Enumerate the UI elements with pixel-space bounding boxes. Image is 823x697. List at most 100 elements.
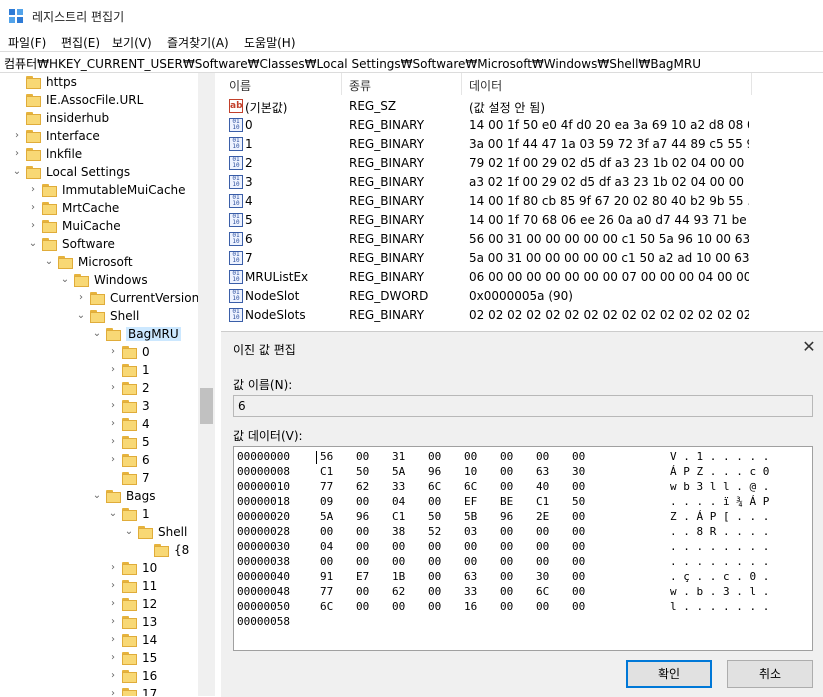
hex-byte[interactable]: 6C <box>536 585 549 600</box>
hex-byte[interactable]: 33 <box>392 480 405 495</box>
hex-byte[interactable]: 00 <box>500 555 513 570</box>
hex-byte[interactable]: 00 <box>572 480 585 495</box>
tree-node-label[interactable]: 1 <box>142 363 150 377</box>
hex-byte[interactable]: C1 <box>392 510 405 525</box>
tree-node-label[interactable]: 5 <box>142 435 150 449</box>
hex-byte[interactable]: 33 <box>464 585 477 600</box>
tree-node-label[interactable]: BagMRU <box>126 327 181 341</box>
hex-ascii[interactable]: w b 3 l l . @ . <box>670 480 769 495</box>
value-row[interactable]: 01 10 4 REG_BINARY 14 00 1f 80 cb 85 9f 67 2… <box>221 192 823 211</box>
chevron-down-icon[interactable]: ⌄ <box>92 490 102 502</box>
chevron-down-icon[interactable]: ⌄ <box>76 310 86 322</box>
hex-byte[interactable]: 00 <box>500 540 513 555</box>
hex-ascii[interactable]: Z . Á P [ . . . <box>670 510 769 525</box>
hex-byte[interactable]: 40 <box>536 480 549 495</box>
chevron-right-icon[interactable]: › <box>76 292 86 304</box>
tree-node-label[interactable]: insiderhub <box>46 111 109 125</box>
hex-byte[interactable]: 91 <box>320 570 333 585</box>
menu-help[interactable]: 도움말(H) <box>244 34 296 51</box>
hex-byte[interactable]: 16 <box>464 600 477 615</box>
hex-byte[interactable]: 00 <box>500 525 513 540</box>
tree-node-label[interactable]: Windows <box>94 273 148 287</box>
tree-node-label[interactable]: 7 <box>142 471 150 485</box>
hex-byte[interactable]: 5A <box>320 510 333 525</box>
chevron-right-icon[interactable]: › <box>108 616 118 628</box>
column-divider[interactable] <box>341 73 342 95</box>
hex-byte[interactable]: 00 <box>356 600 369 615</box>
tree-node-label[interactable]: 15 <box>142 651 157 665</box>
hex-byte[interactable]: 00 <box>428 585 441 600</box>
hex-byte[interactable]: 00 <box>536 540 549 555</box>
column-divider[interactable] <box>461 73 462 95</box>
hex-byte[interactable]: 00 <box>572 600 585 615</box>
value-row[interactable]: 01 10 7 REG_BINARY 5a 00 31 00 00 00 00 00 c… <box>221 249 823 268</box>
hex-byte[interactable]: 00 <box>464 540 477 555</box>
chevron-down-icon[interactable]: ⌄ <box>124 526 134 538</box>
chevron-right-icon[interactable]: › <box>108 562 118 574</box>
chevron-right-icon[interactable]: › <box>108 436 118 448</box>
hex-ascii[interactable]: . . 8 R . . . . <box>670 525 769 540</box>
hex-byte[interactable]: 00 <box>428 600 441 615</box>
hex-byte[interactable]: 00 <box>356 585 369 600</box>
hex-byte[interactable]: 6C <box>428 480 441 495</box>
value-row[interactable]: ab (기본값) REG_SZ (값 설정 안 됨) <box>221 97 823 116</box>
tree-node-label[interactable]: 17 <box>142 687 157 696</box>
chevron-right-icon[interactable]: › <box>28 220 38 232</box>
tree-node-label[interactable]: Local Settings <box>46 165 130 179</box>
hex-byte[interactable]: 00 <box>464 555 477 570</box>
tree-node-label[interactable]: IE.AssocFile.URL <box>46 93 143 107</box>
tree-node-label[interactable]: Bags <box>126 489 155 503</box>
hex-byte[interactable]: 00 <box>500 465 513 480</box>
hex-byte[interactable]: 00 <box>356 450 369 465</box>
values-list[interactable]: 이름 종류 데이터 ab (기본값) REG_SZ (값 설정 안 됨) 01 10 0 RE… <box>221 73 823 331</box>
tree-node-label[interactable]: 10 <box>142 561 157 575</box>
chevron-right-icon[interactable]: › <box>108 346 118 358</box>
hex-byte[interactable]: 31 <box>392 450 405 465</box>
tree-scrollbar-thumb[interactable] <box>200 388 213 424</box>
chevron-down-icon[interactable]: ⌄ <box>108 508 118 520</box>
hex-byte[interactable]: 00 <box>572 540 585 555</box>
hex-byte[interactable]: 00 <box>572 585 585 600</box>
tree-node-label[interactable]: Software <box>62 237 115 251</box>
hex-ascii[interactable]: Á P Z . . . c 0 <box>670 465 769 480</box>
hex-byte[interactable]: 00 <box>572 570 585 585</box>
chevron-right-icon[interactable]: › <box>108 652 118 664</box>
hex-byte[interactable]: 00 <box>428 495 441 510</box>
tree-node-label[interactable]: MuiCache <box>62 219 121 233</box>
tree-node-label[interactable]: lnkfile <box>46 147 82 161</box>
hex-byte[interactable]: 62 <box>392 585 405 600</box>
hex-byte[interactable]: 56 <box>320 450 333 465</box>
hex-byte[interactable]: 6C <box>320 600 333 615</box>
menu-file[interactable]: 파일(F) <box>8 34 46 51</box>
address-bar[interactable]: 컴퓨터₩HKEY_CURRENT_USER₩Software₩Classes₩L… <box>0 51 823 73</box>
column-header-data[interactable]: 데이터 <box>469 77 502 94</box>
hex-byte[interactable]: 00 <box>536 555 549 570</box>
menu-view[interactable]: 보기(V) <box>112 34 152 51</box>
chevron-right-icon[interactable]: › <box>108 364 118 376</box>
tree-node-label[interactable]: Shell <box>158 525 187 539</box>
hex-byte[interactable]: 00 <box>356 495 369 510</box>
tree-node-label[interactable]: 3 <box>142 399 150 413</box>
tree-node-label[interactable]: Interface <box>46 129 100 143</box>
tree-node-label[interactable]: 12 <box>142 597 157 611</box>
hex-byte[interactable]: 00 <box>572 555 585 570</box>
registry-tree[interactable]: https IE.AssocFile.URL insiderhub › Interfac… <box>0 73 215 696</box>
chevron-right-icon[interactable]: › <box>12 130 22 142</box>
hex-byte[interactable]: 00 <box>356 555 369 570</box>
value-row[interactable]: 01 10 MRUListEx REG_BINARY 06 00 00 00 00 00… <box>221 268 823 287</box>
hex-byte[interactable]: 00 <box>500 600 513 615</box>
column-header-name[interactable]: 이름 <box>229 77 251 94</box>
hex-byte[interactable]: 1B <box>392 570 405 585</box>
hex-byte[interactable]: 52 <box>428 525 441 540</box>
close-icon[interactable]: ✕ <box>800 338 818 356</box>
hex-byte[interactable]: 00 <box>536 450 549 465</box>
tree-node-label[interactable]: ImmutableMuiCache <box>62 183 186 197</box>
tree-node-label[interactable]: 0 <box>142 345 150 359</box>
tree-node-label[interactable]: 6 <box>142 453 150 467</box>
chevron-right-icon[interactable]: › <box>108 400 118 412</box>
hex-byte[interactable]: C1 <box>536 495 549 510</box>
hex-byte[interactable]: 96 <box>428 465 441 480</box>
hex-byte[interactable]: 96 <box>500 510 513 525</box>
tree-node-label[interactable]: MrtCache <box>62 201 119 215</box>
value-row[interactable]: 01 10 NodeSlots REG_BINARY 02 02 02 02 02 02… <box>221 306 823 325</box>
